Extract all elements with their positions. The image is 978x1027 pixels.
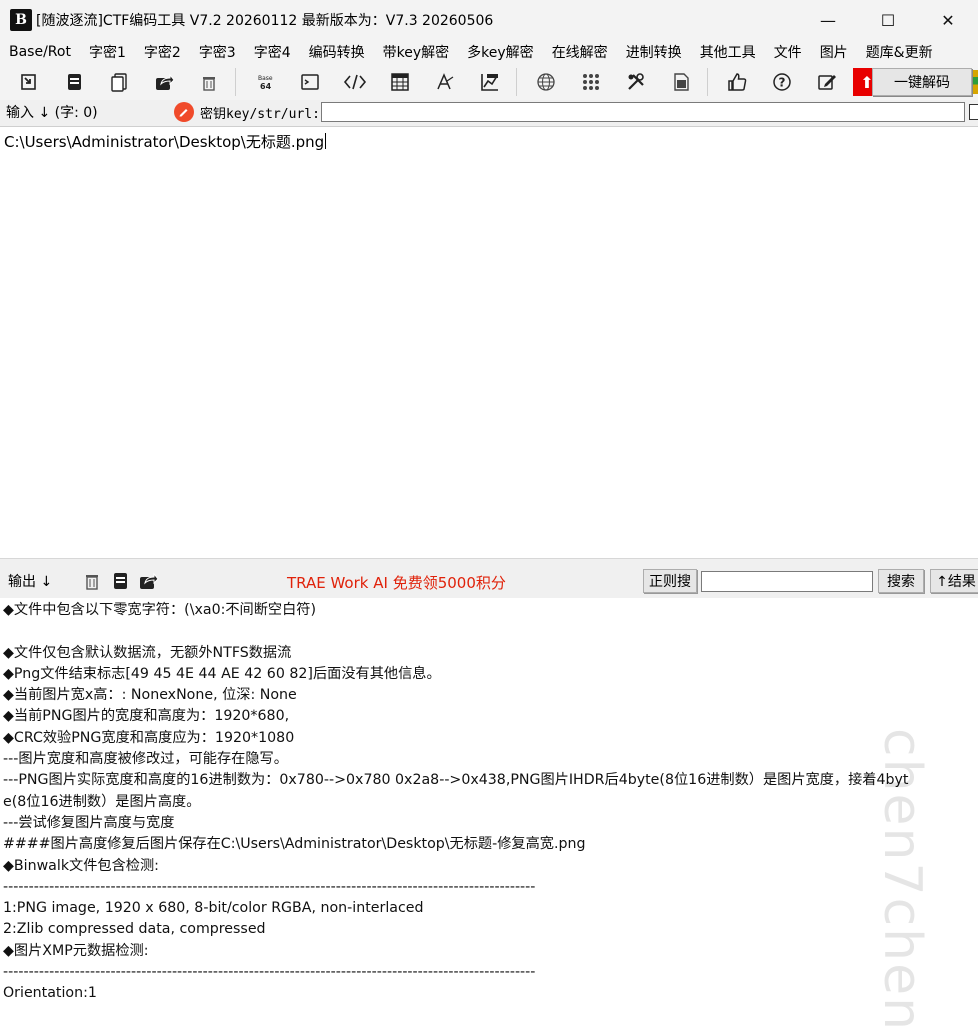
import-icon[interactable] <box>13 67 45 97</box>
one-click-decode-button[interactable]: 一键解码 <box>872 68 972 96</box>
output-line: ---尝试修复图片高度与宽度 <box>3 814 175 831</box>
result-button[interactable]: ↑结果 <box>930 569 978 593</box>
output-line: ◆Binwalk文件包含检测: <box>3 857 159 874</box>
edit-icon[interactable] <box>811 67 843 97</box>
output-line: ◆当前PNG图片的宽度和高度为：1920*680, <box>3 708 290 725</box>
output-lines: ◆文件中包含以下零宽字符：(\xa0:不间断空白符) ◆文件仅包含默认数据流，无… <box>3 600 975 1005</box>
close-button[interactable]: ✕ <box>918 0 978 40</box>
font-icon[interactable] <box>429 67 461 97</box>
toolbar-separator <box>235 68 236 96</box>
menu-library-update[interactable]: 题库&更新 <box>857 42 933 62</box>
output-line: ---PNG图片实际宽度和高度的16进制数为：0x780-->0x780 0x2… <box>3 772 909 789</box>
toolbar-separator <box>516 68 517 96</box>
output-line: ----------------------------------------… <box>3 964 536 981</box>
output-line: Orientation:1 <box>3 985 97 1002</box>
minimize-button[interactable]: — <box>798 0 858 40</box>
menu-image[interactable]: 图片 <box>811 42 848 62</box>
key-edit-icon[interactable] <box>174 102 194 122</box>
output-line: ◆文件仅包含默认数据流，无额外NTFS数据流 <box>3 644 292 661</box>
key-checkbox[interactable] <box>969 104 978 120</box>
terminal-icon[interactable] <box>294 67 326 97</box>
clear-output-trash-icon[interactable] <box>80 569 104 593</box>
menu-zimi-1[interactable]: 字密1 <box>80 42 126 62</box>
input-textarea[interactable]: C:\Users\Administrator\Desktop\无标题.png <box>0 126 978 558</box>
output-line: e(8位16进制数）是图片高度。 <box>3 793 201 810</box>
output-line: ◆图片XMP元数据检测: <box>3 942 149 959</box>
window-title: [随波逐流]CTF编码工具 V7.2 20260112 最新版本为：V7.3 2… <box>36 13 494 29</box>
ad-banner-text[interactable]: TRAE Work AI 免费领5000积分 <box>287 572 506 593</box>
search-button[interactable]: 搜索 <box>878 569 924 593</box>
toolbar: Base 64 ? ⬆ 一键解码 <box>0 64 978 100</box>
menu-other-tools[interactable]: 其他工具 <box>691 42 756 62</box>
output-line: ####图片高度修复后图片保存在C:\Users\Administrator\D… <box>3 836 586 853</box>
key-input[interactable] <box>321 102 965 122</box>
document-icon[interactable] <box>665 67 697 97</box>
key-label: 密钥key/str/url: <box>200 106 320 122</box>
window-controls: — ☐ ✕ <box>798 0 978 40</box>
output-line: 2:Zlib compressed data, compressed <box>3 921 266 938</box>
input-text: C:\Users\Administrator\Desktop\无标题.png <box>4 133 327 151</box>
output-line: 1:PNG image, 1920 x 680, 8-bit/color RGB… <box>3 900 424 917</box>
watermark-text: chen7chen <box>872 728 932 1027</box>
menu-zimi-4[interactable]: 字密4 <box>245 42 291 62</box>
menu-online-decrypt[interactable]: 在线解密 <box>543 42 608 62</box>
input-header: 输入 ↓ (字: 0) 密钥key/str/url: <box>0 100 978 124</box>
output-line: ----------------------------------------… <box>3 878 536 895</box>
share-icon[interactable] <box>148 67 180 97</box>
menu-zimi-3[interactable]: 字密3 <box>190 42 236 62</box>
calculator-icon[interactable] <box>384 67 416 97</box>
text-caret <box>325 133 327 149</box>
menu-base-rot[interactable]: Base/Rot <box>0 44 71 60</box>
trash-icon[interactable] <box>193 67 225 97</box>
output-line: ---图片宽度和高度被修改过，可能存在隐写。 <box>3 751 288 768</box>
toolbar-separator <box>707 68 708 96</box>
grid-icon[interactable] <box>575 67 607 97</box>
menu-bar: Base/Rot 字密1 字密2 字密3 字密4 编码转换 带key解密 多ke… <box>0 40 978 64</box>
output-line: ◆Png文件结束标志[49 45 4E 44 AE 42 60 82]后面没有其… <box>3 665 441 682</box>
svg-text:?: ? <box>779 76 786 90</box>
output-textarea[interactable]: ◆文件中包含以下零宽字符：(\xa0:不间断空白符) ◆文件仅包含默认数据流，无… <box>0 598 978 1027</box>
menu-multi-key-decrypt[interactable]: 多key解密 <box>458 42 534 62</box>
copy-output-icon[interactable] <box>108 569 132 593</box>
paste-icon[interactable] <box>103 67 135 97</box>
menu-base-convert[interactable]: 进制转换 <box>617 42 682 62</box>
title-bar: B [随波逐流]CTF编码工具 V7.2 20260112 最新版本为：V7.3… <box>0 0 978 40</box>
code-icon[interactable] <box>339 67 371 97</box>
help-icon[interactable]: ? <box>766 67 798 97</box>
graph-icon[interactable] <box>474 67 506 97</box>
input-label: 输入 ↓ (字: 0) <box>6 105 98 121</box>
copy-all-icon[interactable] <box>58 67 90 97</box>
menu-file[interactable]: 文件 <box>765 42 802 62</box>
menu-encoding-convert[interactable]: 编码转换 <box>300 42 365 62</box>
base64-icon[interactable]: Base 64 <box>249 67 281 97</box>
output-line: ◆当前图片宽x高：: NonexNone, 位深: None <box>3 687 297 704</box>
svg-text:64: 64 <box>260 82 272 91</box>
output-line: ◆文件中包含以下零宽字符：(\xa0:不间断空白符) <box>3 602 317 618</box>
tools-icon[interactable] <box>620 67 652 97</box>
globe-icon[interactable] <box>530 67 562 97</box>
share-output-icon[interactable] <box>136 569 160 593</box>
regex-search-button[interactable]: 正则搜 <box>643 569 697 593</box>
menu-zimi-2[interactable]: 字密2 <box>135 42 181 62</box>
output-label: 输出 ↓ <box>8 574 53 590</box>
output-header: 输出 ↓ TRAE Work AI 免费领5000积分 正则搜 搜索 ↑结果 <box>0 564 978 598</box>
output-line: ◆CRC效验PNG宽度和高度应为：1920*1080 <box>3 729 295 746</box>
menu-key-decrypt[interactable]: 带key解密 <box>374 42 450 62</box>
maximize-button[interactable]: ☐ <box>858 0 918 40</box>
app-logo-icon: B <box>10 9 32 31</box>
toolbar-overflow-indicator <box>973 70 978 94</box>
search-input[interactable] <box>701 571 873 592</box>
thumbs-up-icon[interactable] <box>721 67 753 97</box>
svg-text:Base: Base <box>258 75 273 82</box>
